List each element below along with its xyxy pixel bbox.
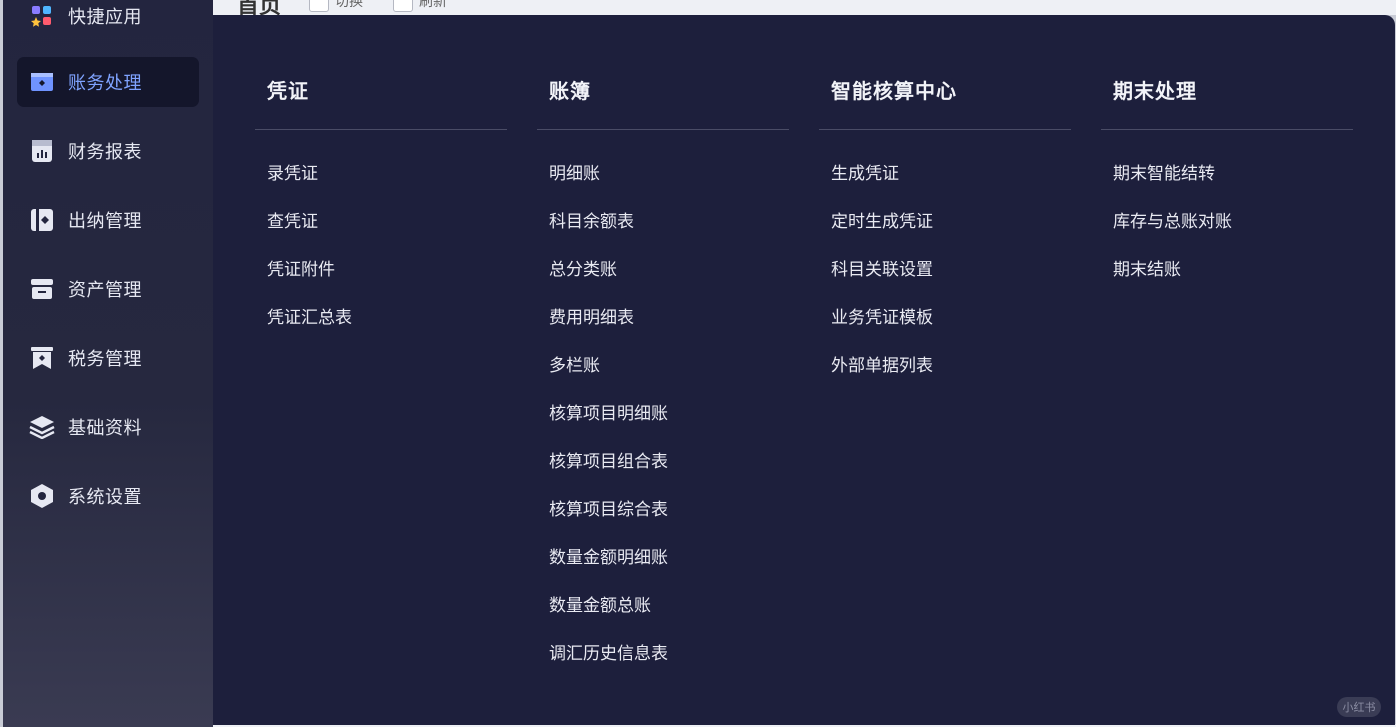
menu-item[interactable]: 科目余额表 xyxy=(549,207,634,232)
menu-item-query-voucher[interactable]: 查凭证 xyxy=(267,207,318,232)
menu-item[interactable]: 费用明细表 xyxy=(549,303,634,328)
sidebar-item-label: 账务处理 xyxy=(68,73,142,94)
menu-item[interactable]: 核算项目组合表 xyxy=(549,447,668,472)
menu-item-voucher-summary[interactable]: 凭证汇总表 xyxy=(267,303,352,328)
menu-item[interactable]: 总分类账 xyxy=(549,255,617,280)
switch-checkbox[interactable] xyxy=(309,0,329,12)
sidebar-item-asset-management[interactable]: 资产管理 xyxy=(17,264,199,314)
refresh-label: 刷新 xyxy=(419,0,447,10)
refresh-checkbox[interactable] xyxy=(393,0,413,12)
menu-column-title: 智能核算中心 xyxy=(831,79,957,103)
report-icon xyxy=(29,138,55,164)
menu-item[interactable]: 科目关联设置 xyxy=(831,255,933,280)
page-header: 首页 切换 刷新 xyxy=(213,0,1396,15)
layers-icon xyxy=(29,414,55,440)
sidebar-item-tax-management[interactable]: 税务管理 xyxy=(17,333,199,383)
ledger-icon xyxy=(29,69,55,95)
menu-item[interactable]: 数量金额总账 xyxy=(549,591,651,616)
menu-column-title: 期末处理 xyxy=(1113,79,1197,103)
sidebar-item-label: 资产管理 xyxy=(68,280,142,301)
accounting-menu-popover: 凭证 录凭证 查凭证 凭证附件 凭证汇总表 账簿 明细账 科目余额表 总分类账 … xyxy=(213,15,1395,725)
sidebar-item-financial-reports[interactable]: 财务报表 xyxy=(17,126,199,176)
sidebar-item-basic-data[interactable]: 基础资料 xyxy=(17,402,199,452)
sidebar-item-label: 财务报表 xyxy=(68,142,142,163)
sidebar-item-accounting[interactable]: 账务处理 xyxy=(17,57,199,107)
menu-item-voucher-attachment[interactable]: 凭证附件 xyxy=(267,255,335,280)
divider xyxy=(255,129,507,130)
menu-item[interactable]: 核算项目明细账 xyxy=(549,399,668,424)
menu-column-title: 凭证 xyxy=(267,79,309,103)
switch-label: 切换 xyxy=(335,0,363,10)
settings-icon xyxy=(29,483,55,509)
menu-item[interactable]: 定时生成凭证 xyxy=(831,207,933,232)
divider xyxy=(819,129,1071,130)
watermark-badge: 小红书 xyxy=(1337,697,1381,717)
sidebar-item-label: 基础资料 xyxy=(68,418,142,439)
menu-item[interactable]: 外部单据列表 xyxy=(831,351,933,376)
sidebar-item-label: 系统设置 xyxy=(68,487,142,508)
sidebar-item-label: 出纳管理 xyxy=(68,211,142,232)
sidebar-item-system-settings[interactable]: 系统设置 xyxy=(17,471,199,521)
divider xyxy=(537,129,789,130)
menu-item[interactable]: 明细账 xyxy=(549,159,600,184)
menu-item[interactable]: 期末结账 xyxy=(1113,255,1181,280)
sidebar-item-label: 税务管理 xyxy=(68,349,142,370)
asset-icon xyxy=(29,276,55,302)
menu-column-title: 账簿 xyxy=(549,79,591,103)
apps-icon xyxy=(29,3,55,29)
menu-item[interactable]: 多栏账 xyxy=(549,351,600,376)
sidebar-item-label: 快捷应用 xyxy=(68,7,142,28)
menu-item[interactable]: 核算项目综合表 xyxy=(549,495,668,520)
menu-item[interactable]: 生成凭证 xyxy=(831,159,899,184)
menu-item[interactable]: 期末智能结转 xyxy=(1113,159,1215,184)
sidebar: 快捷应用 账务处理 财务报表 出纳管理 资产管理 税务管理 基础资料 系统设置 xyxy=(3,0,213,727)
menu-item[interactable]: 库存与总账对账 xyxy=(1113,207,1232,232)
menu-item[interactable]: 调汇历史信息表 xyxy=(549,639,668,664)
sidebar-item-quick-apps[interactable]: 快捷应用 xyxy=(17,0,199,41)
cashier-icon xyxy=(29,207,55,233)
page-title: 首页 xyxy=(237,0,282,15)
tax-icon xyxy=(29,345,55,371)
sidebar-item-cashier[interactable]: 出纳管理 xyxy=(17,195,199,245)
menu-item[interactable]: 数量金额明细账 xyxy=(549,543,668,568)
divider xyxy=(1101,129,1353,130)
menu-item[interactable]: 业务凭证模板 xyxy=(831,303,933,328)
menu-item-enter-voucher[interactable]: 录凭证 xyxy=(267,159,318,184)
